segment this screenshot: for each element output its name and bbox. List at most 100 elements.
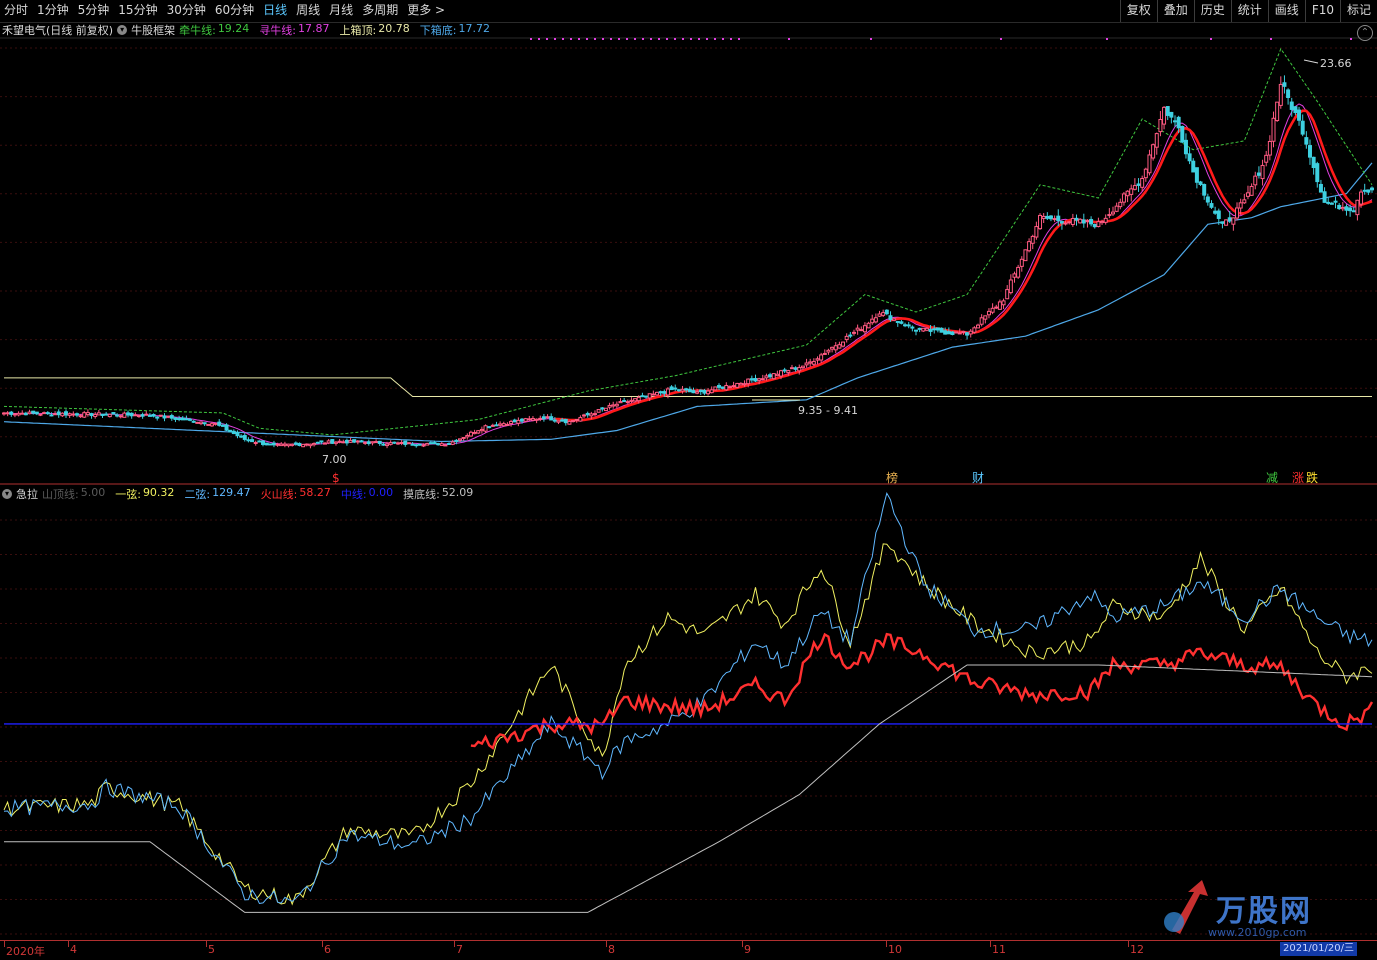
candle-body xyxy=(1154,133,1159,148)
collapse-icon[interactable]: ⌃ xyxy=(1357,25,1373,41)
candle-body xyxy=(78,415,83,418)
axis-tick xyxy=(606,941,607,947)
candle-body xyxy=(589,413,594,417)
candle-body xyxy=(640,395,645,398)
candle-body xyxy=(844,335,849,341)
candle-body xyxy=(308,443,313,447)
event-marker[interactable]: 涨 xyxy=(1292,470,1304,485)
tool-button[interactable]: 统计 xyxy=(1230,0,1268,22)
period-tab[interactable]: 周线 xyxy=(296,2,320,18)
axis-label: 9 xyxy=(744,943,751,956)
candle-body xyxy=(144,413,149,416)
candle-body xyxy=(385,443,390,447)
event-marker[interactable]: 财 xyxy=(972,471,984,485)
candle-body xyxy=(1074,217,1079,221)
indicator-name[interactable]: 牛股框架 xyxy=(131,22,175,38)
chart-canvas[interactable]: 23.66 7.00 9.35 - 9.41 $ 榜 财 减涨跌 xyxy=(0,0,1377,959)
candle-body xyxy=(158,414,163,417)
signal-dot xyxy=(706,38,708,40)
candle-body xyxy=(935,327,940,331)
event-marker[interactable]: $ xyxy=(332,471,340,485)
signal-dot xyxy=(674,38,676,40)
candle-body xyxy=(129,412,134,417)
candle-body xyxy=(706,390,711,395)
candle-body xyxy=(1005,289,1010,300)
sub-indicator-settings-icon[interactable]: ▾ xyxy=(2,489,12,499)
candle-body xyxy=(1260,164,1265,180)
signal-dot xyxy=(634,38,636,40)
candle-body xyxy=(1329,202,1334,205)
candle-body xyxy=(724,385,729,391)
period-tab[interactable]: 分时 xyxy=(4,2,28,18)
candle-body xyxy=(855,327,860,331)
candle-body xyxy=(888,315,893,321)
period-tab[interactable]: 5分钟 xyxy=(78,2,110,18)
candle-body xyxy=(93,414,98,418)
period-tab[interactable]: 更多 > xyxy=(407,2,445,18)
candle-body xyxy=(494,424,499,427)
candle-body xyxy=(268,443,273,446)
candle-body xyxy=(1340,207,1345,210)
event-marker[interactable]: 跌 xyxy=(1306,470,1318,485)
candle-body xyxy=(866,322,871,329)
candle-body xyxy=(461,436,466,439)
candle-body xyxy=(476,430,481,434)
candle-body xyxy=(819,354,824,361)
event-marker[interactable]: 榜 xyxy=(886,470,898,485)
tool-button[interactable]: 历史 xyxy=(1193,0,1231,22)
tool-button[interactable]: 复权 xyxy=(1119,0,1157,22)
signal-dot xyxy=(618,38,620,40)
candle-body xyxy=(1162,106,1167,125)
candle-body xyxy=(735,382,740,388)
candle-body xyxy=(337,440,342,443)
candle-body xyxy=(1326,201,1331,204)
event-marker[interactable]: 减 xyxy=(1266,471,1278,485)
period-tab[interactable]: 日线 xyxy=(263,2,287,18)
candle-body xyxy=(1059,221,1064,224)
period-tab[interactable]: 15分钟 xyxy=(118,2,157,18)
candle-body xyxy=(377,440,382,444)
candle-body xyxy=(1129,188,1134,195)
candle-body xyxy=(388,442,393,445)
candle-body xyxy=(924,327,929,331)
candle-body xyxy=(633,398,638,402)
indicator-settings-icon[interactable]: ▾ xyxy=(117,25,128,35)
candle-body xyxy=(997,301,1002,310)
period-tab[interactable]: 30分钟 xyxy=(167,2,206,18)
candle-body xyxy=(1209,203,1214,208)
period-tab[interactable]: 多周期 xyxy=(362,2,398,18)
candle-body xyxy=(107,413,112,418)
legend-label: 山顶线: xyxy=(42,488,79,501)
sub-indicator-name[interactable]: 急拉 xyxy=(16,486,38,502)
candle-body xyxy=(899,321,904,324)
candle-body xyxy=(622,400,627,403)
tool-button[interactable]: 叠加 xyxy=(1156,0,1194,22)
candle-body xyxy=(746,378,751,385)
candle-body xyxy=(1100,221,1105,224)
candle-body xyxy=(162,415,167,419)
signal-dot xyxy=(642,38,644,40)
main-chart-legend: 禾望电气(日线 前复权) ▾ 牛股框架 牵牛线: 19.24 寻牛线: 17.87 上箱… xyxy=(2,22,504,38)
candle-body xyxy=(1107,214,1112,217)
tool-button[interactable]: 标记 xyxy=(1339,0,1377,22)
candle-body xyxy=(1067,221,1072,224)
period-tab[interactable]: 月线 xyxy=(329,2,353,18)
tool-button[interactable]: 画线 xyxy=(1267,0,1305,22)
candle-body xyxy=(592,413,597,416)
candle-body xyxy=(545,416,550,419)
candle-body xyxy=(1275,101,1280,122)
candle-body xyxy=(275,443,280,446)
candle-body xyxy=(1125,190,1130,197)
candle-body xyxy=(1267,140,1272,156)
candle-body xyxy=(841,341,846,347)
candle-body xyxy=(341,441,346,444)
period-tab[interactable]: 60分钟 xyxy=(215,2,254,18)
upper-box-line xyxy=(4,377,1372,397)
period-tab[interactable]: 1分钟 xyxy=(37,2,69,18)
candle-body xyxy=(2,412,6,415)
tool-button[interactable]: F10 xyxy=(1304,0,1340,22)
candle-body xyxy=(1030,235,1035,244)
candle-body xyxy=(122,412,127,418)
candle-body xyxy=(1056,215,1061,222)
candle-body xyxy=(348,439,353,443)
